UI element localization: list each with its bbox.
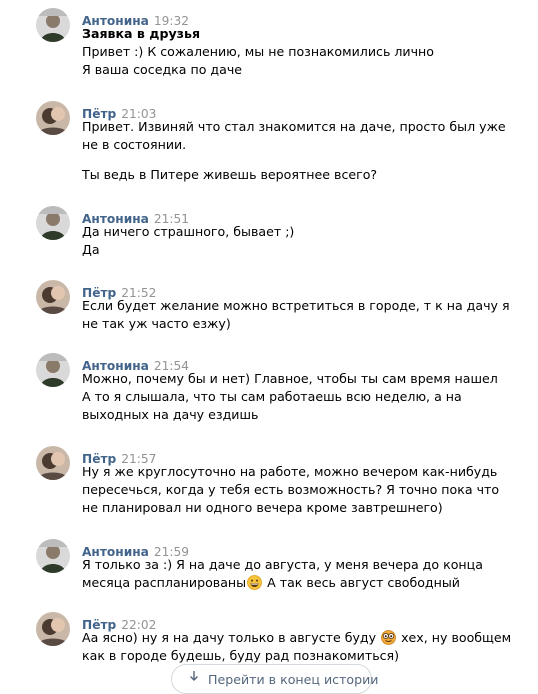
avatar[interactable] [36,8,70,42]
arrow-down-icon [188,670,200,682]
goggle-eyes-emoji [381,630,396,645]
message-text-part: А так весь август свободный [263,575,460,590]
message-text-part: хех, ну вообщем [397,630,512,645]
message-text-part: Аа ясно) ну я на дачу только в августе б… [82,630,381,645]
message-text: Можно, почему бы и нет) Главное, чтобы т… [82,371,498,386]
message-text: Если будет желание можно встретиться в г… [82,298,510,313]
message-text: не планировал ни одного вечера кроме зав… [82,500,443,515]
message-text-part: месяца распланированы [82,575,247,590]
avatar[interactable] [36,539,70,573]
message-text: не так уж часто езжу) [82,316,231,331]
avatar[interactable] [36,446,70,480]
message-text: пересечься, когда у тебя есть возможност… [82,482,500,497]
friend-request-label: Заявка в друзья [82,26,201,41]
avatar[interactable] [36,353,70,387]
message-text: Да ничего страшного, бывает ;) [82,224,295,239]
message-text: выходных на дачу ездишь [82,407,259,422]
message-text: А то я слышала, что ты сам работаешь всю… [82,389,462,404]
message-text: Аа ясно) ну я на дачу только в августе б… [82,629,511,647]
message-text: Я только за :) Я на даче до августа, у м… [82,557,483,572]
message-text: Я ваша соседка по даче [82,62,243,77]
message-text: Привет :) К сожалению, мы не познакомили… [82,44,434,59]
message-text: Ну я же круглосуточно на работе, можно в… [82,464,498,479]
avatar[interactable] [36,101,70,135]
message-text: Ты ведь в Питере живешь вероятнее всего? [82,167,378,182]
go-to-end-of-history-button[interactable]: Перейти в конец истории [171,664,378,694]
message-text: как в городе будешь, буду рад познакомит… [82,648,400,663]
avatar[interactable] [36,206,70,240]
grinning-face-emoji [247,575,263,590]
message-text: Привет. Извиняй что стал знакомится на д… [82,119,506,134]
message-text: месяца распланированы А так весь август … [82,574,460,592]
message-text: не в состоянии. [82,137,187,152]
history-button-label: Перейти в конец истории [208,672,379,687]
message-text: Да [82,242,100,257]
avatar[interactable] [36,612,70,646]
avatar[interactable] [36,280,70,314]
